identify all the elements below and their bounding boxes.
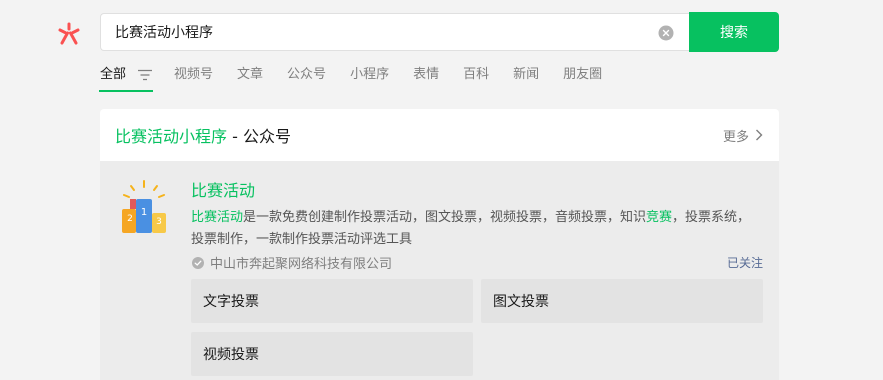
desc-highlight: 比赛活动 [191, 210, 244, 225]
podium-icon: 1 2 3 [122, 180, 166, 233]
tab-all[interactable]: 全部 [98, 60, 154, 92]
result-card-header: 比赛活动小程序 - 公众号 更多 [100, 109, 779, 161]
account-name[interactable]: 比赛活动 [191, 177, 255, 201]
chevron-right-icon [756, 129, 763, 141]
tab-mini-programs[interactable]: 小程序 [350, 60, 389, 90]
filter-icon[interactable] [138, 69, 153, 81]
follow-status: 已关注 [726, 256, 763, 270]
company-verification: 中山市奔起聚网络科技有限公司 [192, 253, 392, 272]
account-result[interactable]: 1 2 3 比赛活动 比赛活动是一款免费创建制作投票活动，图文投票，视频投票，音… [100, 161, 779, 380]
tab-all-label: 全部 [100, 67, 127, 82]
more-label: 更多 [722, 129, 749, 145]
service-video-vote[interactable]: 视频投票 [191, 332, 473, 376]
tab-encyclopedia[interactable]: 百科 [463, 60, 489, 90]
tab-articles[interactable]: 文章 [237, 60, 263, 90]
result-card: 比赛活动小程序 - 公众号 更多 1 2 3 比赛活动 比赛活动是一款免费创建制… [100, 109, 779, 380]
search-logo-icon[interactable] [54, 20, 84, 46]
search-box [100, 13, 690, 51]
tab-news[interactable]: 新闻 [513, 60, 539, 90]
search-input[interactable] [115, 14, 635, 50]
account-description: 比赛活动是一款免费创建制作投票活动，图文投票，视频投票，音频投票，知识竞赛，投票… [191, 207, 763, 251]
svg-text:1: 1 [141, 207, 147, 218]
search-tabs: 全部 视频号 文章 公众号 小程序 表情 百科 新闻 朋友圈 [98, 60, 626, 94]
result-card-title: 比赛活动小程序 - 公众号 [115, 123, 291, 147]
service-text-vote[interactable]: 文字投票 [191, 279, 473, 323]
desc-highlight-2: 竞赛 [646, 210, 673, 225]
result-title-suffix: - 公众号 [227, 127, 291, 146]
desc-part-1: 是一款免费创建制作投票活动，图文投票，视频投票，音频投票，知识 [243, 210, 647, 225]
tab-channels[interactable]: 视频号 [174, 60, 213, 90]
clear-icon[interactable] [658, 25, 674, 41]
service-image-text-vote[interactable]: 图文投票 [481, 279, 763, 323]
tab-moments[interactable]: 朋友圈 [563, 60, 602, 90]
search-button[interactable]: 搜索 [689, 12, 779, 52]
svg-text:2: 2 [127, 214, 133, 224]
svg-text:3: 3 [156, 217, 162, 227]
tab-official-accounts[interactable]: 公众号 [287, 60, 326, 90]
tab-stickers[interactable]: 表情 [413, 60, 439, 90]
more-link[interactable]: 更多 [723, 126, 763, 145]
company-name: 中山市奔起聚网络科技有限公司 [210, 257, 393, 272]
result-title-highlight: 比赛活动小程序 [115, 127, 228, 146]
verified-icon [192, 256, 204, 269]
